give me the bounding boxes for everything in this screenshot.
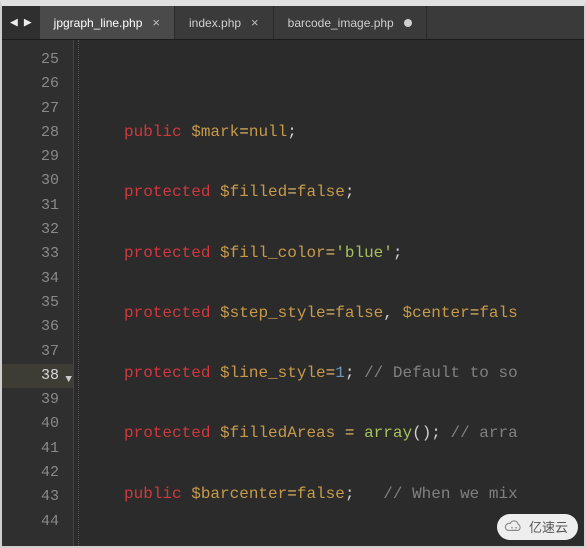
code-area[interactable]: public $mark=null; protected $filled=fal…: [74, 40, 584, 546]
dirty-indicator-icon: [404, 19, 412, 27]
line-number: 32: [2, 218, 73, 242]
code-line: protected $fillFromMin = false, $fillFro…: [80, 542, 584, 546]
tab-label: barcode_image.php: [288, 6, 394, 40]
line-number: 29: [2, 145, 73, 169]
tab-strip: ◀ ▶ jpgraph_line.php × index.php × barco…: [2, 6, 584, 40]
app-window: ◀ ▶ jpgraph_line.php × index.php × barco…: [0, 0, 586, 548]
watermark-text: 亿速云: [529, 521, 568, 534]
tab-label: index.php: [189, 6, 241, 40]
line-number: 31: [2, 194, 73, 218]
close-icon[interactable]: ×: [251, 16, 259, 29]
line-number: 35: [2, 291, 73, 315]
tab-barcode-image[interactable]: barcode_image.php: [274, 6, 427, 39]
code-line: protected $step_style=false, $center=fal…: [80, 301, 584, 325]
line-number: 34: [2, 267, 73, 291]
watermark-badge: 亿速云: [497, 514, 578, 540]
line-number: 39: [2, 388, 73, 412]
code-line: public $mark=null;: [80, 120, 584, 144]
tab-label: jpgraph_line.php: [54, 6, 143, 40]
line-number: 30: [2, 169, 73, 193]
line-number: 38▼: [2, 364, 73, 388]
code-line: protected $filledAreas = array(); // arr…: [80, 421, 584, 445]
code-line: public $barcenter=false; // When we mix: [80, 482, 584, 506]
code-line: protected $line_style=1; // Default to s…: [80, 361, 584, 385]
line-number: 44: [2, 510, 73, 534]
line-number: 33: [2, 242, 73, 266]
line-number: 28: [2, 121, 73, 145]
tab-back-icon[interactable]: ◀: [10, 16, 18, 29]
line-number: 37: [2, 340, 73, 364]
code-line: protected $filled=false;: [80, 180, 584, 204]
line-number: 43: [2, 485, 73, 509]
tab-jpgraph-line[interactable]: jpgraph_line.php ×: [40, 6, 175, 39]
line-number: 26: [2, 72, 73, 96]
line-number: 42: [2, 461, 73, 485]
line-number: 40: [2, 412, 73, 436]
cloud-icon: [503, 518, 525, 536]
line-number: 41: [2, 437, 73, 461]
close-icon[interactable]: ×: [152, 16, 160, 29]
tab-index[interactable]: index.php ×: [175, 6, 274, 39]
line-number-gutter: 25 26 27 28 29 30 31 32 33 34 35 36 37 3…: [2, 40, 74, 546]
line-number: 27: [2, 97, 73, 121]
line-number: 25: [2, 48, 73, 72]
code-editor[interactable]: 25 26 27 28 29 30 31 32 33 34 35 36 37 3…: [2, 40, 584, 546]
tab-nav-arrows: ◀ ▶: [2, 6, 40, 39]
tab-forward-icon[interactable]: ▶: [24, 16, 32, 29]
line-number: 36: [2, 315, 73, 339]
code-line: protected $fill_color='blue';: [80, 241, 584, 265]
